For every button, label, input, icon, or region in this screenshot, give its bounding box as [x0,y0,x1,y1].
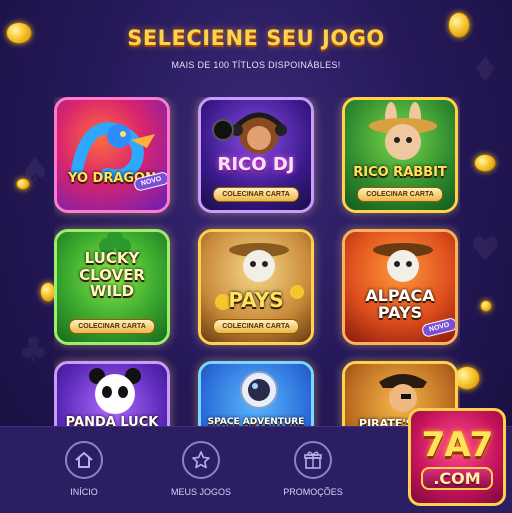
game-name: PAYS [228,288,284,312]
nav-label: PROMOÇÕES [283,487,343,497]
collect-card-button[interactable]: COLECINAR CARTA [69,319,155,334]
logo-text: 7A7 [421,425,494,465]
game-card-rico-rabbit[interactable]: RICO RABBIT COLECINAR CARTA [342,97,458,213]
coin-decor [480,300,492,312]
game-card-yo-dragon[interactable]: YO DRAGON NOVO [54,97,170,213]
gift-icon [294,441,332,479]
nav-item-home[interactable]: INÍCIO [39,441,129,497]
game-name: RICO RABBIT [353,165,447,180]
collect-card-button[interactable]: COLECINAR CARTA [213,187,299,202]
home-icon [65,441,103,479]
game-grid: YO DRAGON NOVO RICO DJ COLECINAR CARTA R… [54,97,460,427]
nav-label: MEUS JOGOS [170,487,231,497]
game-card-panda-luck[interactable]: PANDA LUCK [54,361,170,427]
game-card-pays[interactable]: PAYS COLECINAR CARTA [198,229,314,345]
club-decor: ♣ [18,330,49,370]
collect-card-button[interactable]: COLECINAR CARTA [357,187,443,202]
game-name: RICO DJ [217,154,295,175]
nav-item-promotions[interactable]: PROMOÇÕES [268,441,358,497]
brand-logo[interactable]: 7A7 .COM [408,408,506,506]
diamond-decor: ♦ [470,50,501,90]
collect-card-button[interactable]: COLECINAR CARTA [213,319,299,334]
page-title: SELECIENE SEU JOGO [127,26,385,50]
dragon-art [57,100,167,210]
game-name: ALPACA PAYS [365,286,435,322]
heart-decor: ♥ [470,230,501,270]
coin-decor [16,178,30,190]
star-icon [182,441,220,479]
game-card-space-adventure[interactable]: SPACE ADVENTURE [198,361,314,427]
game-card-alpaca-pays[interactable]: ALPACA PAYS NOVO [342,229,458,345]
coin-decor [474,154,496,172]
nav-item-my-games[interactable]: MEUS JOGOS [156,441,246,497]
nav-label: INÍCIO [70,487,98,497]
game-card-rico-dj[interactable]: RICO DJ COLECINAR CARTA [198,97,314,213]
logo-domain: .COM [421,467,493,490]
page-subtitle: MAIS DE 100 TÍTLOS DISPOINÁBLES! [171,60,341,70]
game-card-lucky-clover-wild[interactable]: LUCKY CLOVER WILD COLECINAR CARTA [54,229,170,345]
game-name: LUCKY CLOVER WILD [79,249,145,300]
